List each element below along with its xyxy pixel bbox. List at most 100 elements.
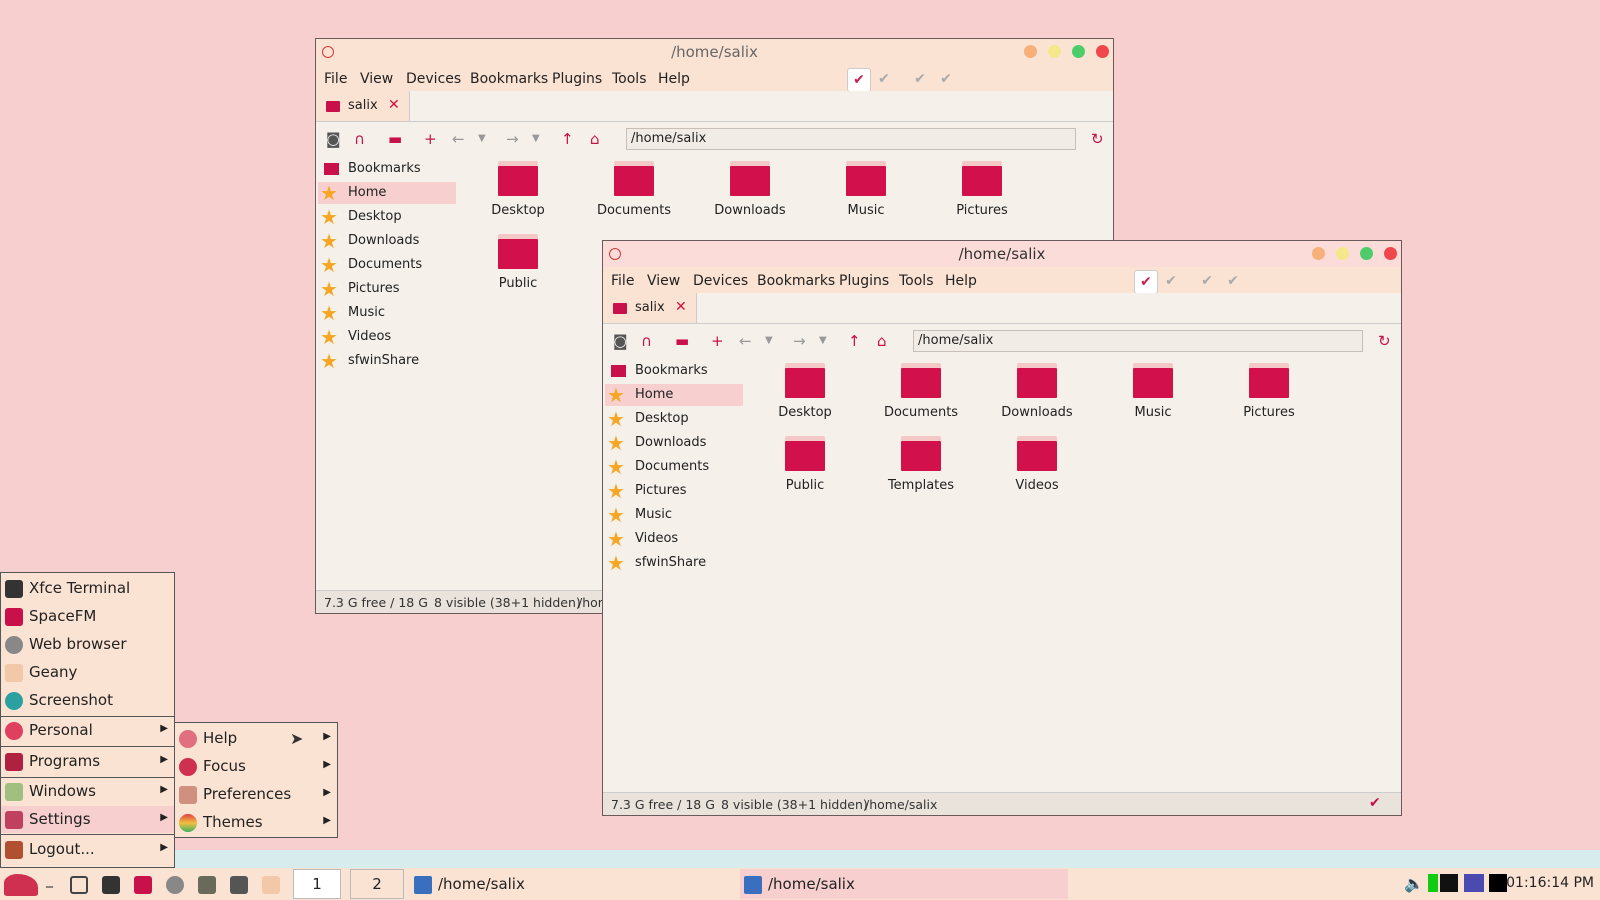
minimize-button[interactable] xyxy=(1336,247,1349,260)
forward-history-icon[interactable]: ▼ xyxy=(532,133,540,144)
shade-button[interactable] xyxy=(1024,45,1037,58)
clock[interactable]: 01:16:14 PM xyxy=(1506,875,1594,891)
back-arrow-icon[interactable]: ← xyxy=(452,130,465,148)
minimize-button[interactable] xyxy=(1048,45,1061,58)
folder-icon[interactable] xyxy=(134,876,152,894)
refresh-tree-icon[interactable]: ∩ xyxy=(641,332,652,350)
up-arrow-icon[interactable]: ↑ xyxy=(561,130,574,148)
folder-videos[interactable]: Videos xyxy=(987,433,1087,493)
tab-close-icon[interactable]: ✕ xyxy=(388,97,400,113)
panel2-toggle-icon[interactable]: ✔ xyxy=(873,68,895,90)
menu-item-geany[interactable]: Geany xyxy=(1,659,174,686)
sidebar-item-desktop[interactable]: ★ Desktop xyxy=(605,408,743,430)
sidebar-item-pictures[interactable]: ★ Pictures xyxy=(318,278,456,300)
panel1-toggle-icon[interactable]: ✔ xyxy=(847,68,871,92)
windows-list-icon[interactable] xyxy=(70,876,88,894)
panel2-toggle-icon[interactable]: ✔ xyxy=(1160,270,1182,292)
menu-help[interactable]: Help xyxy=(945,273,977,289)
folder-desktop[interactable]: Desktop xyxy=(468,158,568,218)
title-bar[interactable]: /home/salix xyxy=(603,241,1401,267)
panel1-toggle-icon[interactable]: ✔ xyxy=(1134,270,1158,294)
maximize-button[interactable] xyxy=(1360,247,1373,260)
sidebar-item-desktop[interactable]: ★ Desktop xyxy=(318,206,456,228)
home-icon[interactable]: ⌂ xyxy=(590,130,600,148)
sidebar-header-bookmarks[interactable]: Bookmarks xyxy=(318,158,456,180)
close-button[interactable] xyxy=(1384,247,1397,260)
sidebar-item-pictures[interactable]: ★ Pictures xyxy=(605,480,743,502)
menu-devices[interactable]: Devices xyxy=(693,273,748,289)
search-icon[interactable]: ◙ xyxy=(613,332,628,350)
menu-item-xfce-terminal[interactable]: Xfce Terminal xyxy=(1,575,174,602)
menu-file[interactable]: File xyxy=(324,71,347,87)
shade-button[interactable] xyxy=(1312,247,1325,260)
folder-music[interactable]: Music xyxy=(816,158,916,218)
menu-view[interactable]: View xyxy=(360,71,393,87)
menu-item-windows[interactable]: Windows ▶ xyxy=(1,778,174,805)
menu-bookmarks[interactable]: Bookmarks xyxy=(470,71,548,87)
back-history-icon[interactable]: ▼ xyxy=(478,133,486,144)
folder-desktop[interactable]: Desktop xyxy=(755,360,855,420)
menu-bookmarks[interactable]: Bookmarks xyxy=(757,273,835,289)
folder-downloads[interactable]: Downloads xyxy=(700,158,800,218)
menu-item-personal[interactable]: Personal ▶ xyxy=(1,717,174,744)
volume-icon[interactable]: 🔈 xyxy=(1404,874,1424,893)
forward-arrow-icon[interactable]: → xyxy=(506,130,519,148)
sidebar-item-videos[interactable]: ★ Videos xyxy=(318,326,456,348)
forward-arrow-icon[interactable]: → xyxy=(793,332,806,350)
workspace-1[interactable]: 1 xyxy=(293,869,341,899)
menu-item-web-browser[interactable]: Web browser xyxy=(1,631,174,658)
menu-plugins[interactable]: Plugins xyxy=(839,273,889,289)
menu-item-spacefm[interactable]: SpaceFM xyxy=(1,603,174,630)
path-input[interactable]: /home/salix xyxy=(626,128,1076,150)
sidebar-item-home[interactable]: ★ Home xyxy=(605,384,743,406)
panel3-toggle-icon[interactable]: ✔ xyxy=(909,68,931,90)
menu-item-screenshot[interactable]: Screenshot xyxy=(1,687,174,714)
task-home-salix-2[interactable]: /home/salix xyxy=(740,869,1068,899)
close-button[interactable] xyxy=(1096,45,1109,58)
reload-icon[interactable]: ↻ xyxy=(1091,130,1104,148)
minimize-all-icon[interactable]: _ xyxy=(46,872,53,888)
folder-music[interactable]: Music xyxy=(1103,360,1203,420)
inkscape-icon[interactable] xyxy=(230,876,248,894)
gimp-icon[interactable] xyxy=(198,876,216,894)
folder-public[interactable]: Public xyxy=(755,433,855,493)
home-icon[interactable]: ⌂ xyxy=(877,332,887,350)
sidebar-item-documents[interactable]: ★ Documents xyxy=(318,254,456,276)
folder-downloads[interactable]: Downloads xyxy=(987,360,1087,420)
panel3-toggle-icon[interactable]: ✔ xyxy=(1196,270,1218,292)
refresh-tree-icon[interactable]: ∩ xyxy=(354,130,365,148)
sidebar-item-music[interactable]: ★ Music xyxy=(605,504,743,526)
sidebar-item-videos[interactable]: ★ Videos xyxy=(605,528,743,550)
menu-item-settings[interactable]: Settings ▶ xyxy=(1,806,174,833)
task-home-salix-1[interactable]: /home/salix xyxy=(410,869,730,899)
up-arrow-icon[interactable]: ↑ xyxy=(848,332,861,350)
folder-pictures[interactable]: Pictures xyxy=(932,158,1032,218)
back-arrow-icon[interactable]: ← xyxy=(739,332,752,350)
add-icon[interactable]: + xyxy=(711,332,724,350)
menu-plugins[interactable]: Plugins xyxy=(552,71,602,87)
globe-icon[interactable] xyxy=(166,876,184,894)
tab-close-icon[interactable]: ✕ xyxy=(675,299,687,315)
menu-help[interactable]: Help xyxy=(658,71,690,87)
forward-history-icon[interactable]: ▼ xyxy=(819,335,827,346)
tab-salix[interactable]: salix ✕ xyxy=(316,91,410,121)
folder-documents[interactable]: Documents xyxy=(584,158,684,218)
new-folder-icon[interactable]: ▬ xyxy=(388,130,402,148)
path-input[interactable]: /home/salix xyxy=(913,330,1363,352)
submenu-item-help[interactable]: Help ▶ xyxy=(175,725,337,752)
back-history-icon[interactable]: ▼ xyxy=(765,335,773,346)
menu-file[interactable]: File xyxy=(611,273,634,289)
menu-item-logout[interactable]: Logout... ▶ xyxy=(1,836,174,863)
sidebar-item-sfwinshare[interactable]: ★ sfwinShare xyxy=(318,350,456,372)
menu-tools[interactable]: Tools xyxy=(612,71,647,87)
sidebar-item-downloads[interactable]: ★ Downloads xyxy=(318,230,456,252)
reload-icon[interactable]: ↻ xyxy=(1378,332,1391,350)
folder-public[interactable]: Public xyxy=(468,231,568,291)
sidebar-item-downloads[interactable]: ★ Downloads xyxy=(605,432,743,454)
title-bar[interactable]: /home/salix xyxy=(316,39,1113,65)
panel4-toggle-icon[interactable]: ✔ xyxy=(1222,270,1244,292)
sidebar-header-bookmarks[interactable]: Bookmarks xyxy=(605,360,743,382)
sidebar-item-documents[interactable]: ★ Documents xyxy=(605,456,743,478)
new-folder-icon[interactable]: ▬ xyxy=(675,332,689,350)
sidebar-item-home[interactable]: ★ Home xyxy=(318,182,456,204)
